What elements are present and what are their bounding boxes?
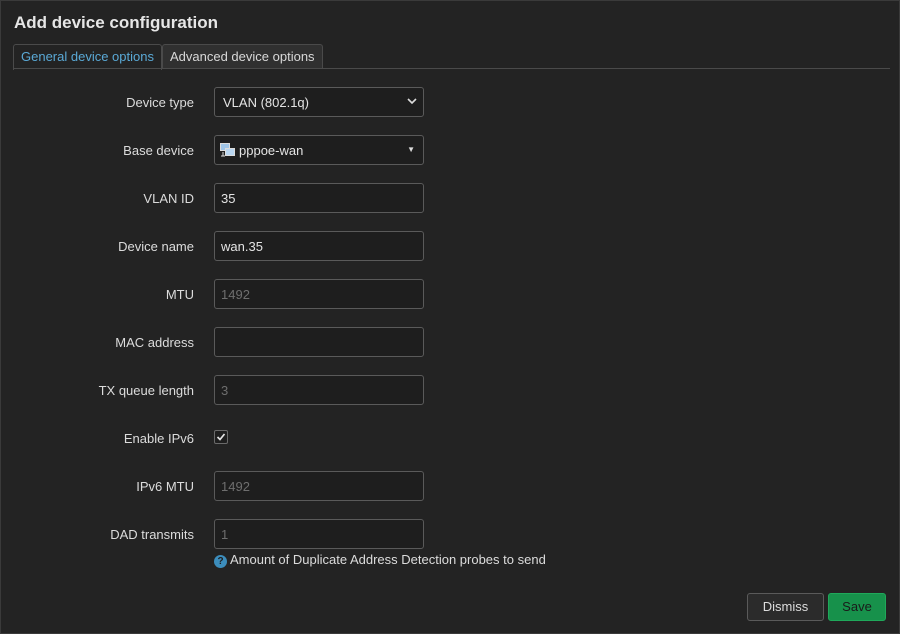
dad-transmits-input[interactable]	[214, 519, 424, 549]
ipv6-mtu-label: IPv6 MTU	[136, 479, 194, 494]
device-type-label: Device type	[126, 95, 194, 110]
dialog-title: Add device configuration	[14, 13, 219, 32]
tx-queue-length-input[interactable]	[214, 375, 424, 405]
base-device-value: pppoe-wan	[239, 143, 304, 158]
vlan-id-input[interactable]	[214, 183, 424, 213]
mtu-input[interactable]	[214, 279, 424, 309]
chevron-down-icon	[407, 98, 417, 105]
device-name-label: Device name	[118, 239, 194, 254]
tx-queue-length-label: TX queue length	[98, 383, 194, 398]
network-device-icon	[220, 143, 235, 157]
dad-transmits-label: DAD transmits	[110, 527, 194, 542]
dad-transmits-help-text: Amount of Duplicate Address Detection pr…	[230, 552, 546, 567]
help-icon: ?	[214, 555, 227, 568]
device-name-input[interactable]	[214, 231, 424, 261]
tab-advanced-device-options[interactable]: Advanced device options	[162, 44, 323, 69]
save-button[interactable]: Save	[828, 593, 886, 621]
base-device-label: Base device	[123, 143, 194, 158]
dropdown-caret-icon: ▼	[407, 145, 415, 154]
enable-ipv6-label: Enable IPv6	[123, 431, 194, 446]
ipv6-mtu-input[interactable]	[214, 471, 424, 501]
mtu-label: MTU	[165, 287, 194, 302]
dad-transmits-help: ? Amount of Duplicate Address Detection p…	[214, 552, 546, 568]
tab-divider	[13, 68, 890, 69]
checkmark-icon	[216, 433, 226, 441]
mac-address-input[interactable]	[214, 327, 424, 357]
device-type-select[interactable]: VLAN (802.1q)	[214, 87, 424, 117]
mac-address-label: MAC address	[115, 335, 194, 350]
device-type-value: VLAN (802.1q)	[223, 95, 309, 110]
tab-general-device-options[interactable]: General device options	[13, 44, 162, 70]
enable-ipv6-checkbox[interactable]	[214, 430, 228, 444]
dismiss-button[interactable]: Dismiss	[747, 593, 824, 621]
base-device-select[interactable]: pppoe-wan ▼	[214, 135, 424, 165]
vlan-id-label: VLAN ID	[143, 191, 194, 206]
